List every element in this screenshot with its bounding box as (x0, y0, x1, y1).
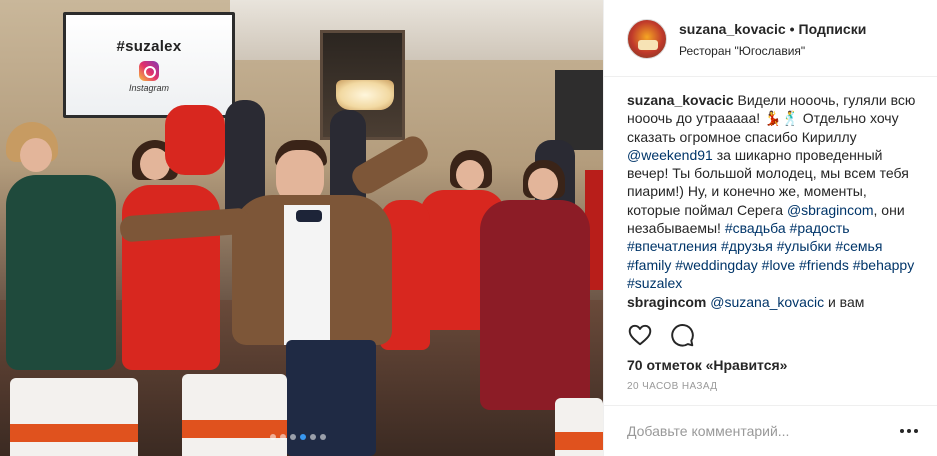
guest-face (456, 160, 484, 190)
hashtag-link[interactable]: #улыбки (777, 238, 832, 254)
carousel-dot[interactable] (280, 434, 286, 440)
header-separator: • (789, 21, 795, 37)
post-header: suzana_kovacic • Подписки Ресторан "Югосла… (604, 0, 937, 77)
location-link[interactable]: Ресторан "Югославия" (679, 44, 805, 58)
carousel-dot[interactable] (290, 434, 296, 440)
post-actions (627, 322, 695, 348)
guest-red-dress (165, 105, 225, 175)
hashtag-link[interactable]: #впечатления (627, 238, 717, 254)
comment-item: sbragincom @suzana_kovacic и вам (627, 294, 923, 310)
dancer-bowtie (296, 210, 322, 222)
likes-count[interactable]: 70 отметок «Нравится» (627, 357, 787, 373)
chair-cover (10, 378, 138, 456)
comment-text: и вам (827, 294, 865, 310)
projector-screen: #suzalex Instagram (63, 12, 235, 118)
comment-icon[interactable] (669, 322, 695, 348)
avatar[interactable] (627, 19, 667, 59)
carousel-dot[interactable] (310, 434, 316, 440)
carousel-dot[interactable] (300, 434, 306, 440)
more-options-icon[interactable] (898, 422, 920, 440)
post-photo[interactable]: #suzalex Instagram (0, 0, 603, 456)
photo-ceiling (230, 0, 603, 60)
carousel-indicator[interactable] (270, 434, 326, 440)
chair-sash (10, 424, 138, 442)
guest-green-dress (6, 175, 116, 370)
header-user-line: suzana_kovacic • Подписки (679, 21, 866, 37)
screen-brand: Instagram (128, 82, 170, 93)
chair-sash (555, 432, 603, 450)
screen-hashtag: #suzalex (116, 37, 182, 55)
hashtag-link[interactable]: #behappy (853, 257, 915, 273)
hashtag-link[interactable]: #suzalex (627, 275, 682, 291)
photo-corner (555, 70, 603, 150)
instagram-logo-icon (139, 60, 159, 81)
heart-icon[interactable] (627, 322, 653, 348)
header-username[interactable]: suzana_kovacic (679, 21, 786, 37)
comment-username[interactable]: sbragincom (627, 294, 706, 310)
caption-mention[interactable]: @sbragincom (787, 202, 874, 218)
carousel-dot[interactable] (320, 434, 326, 440)
caption-mention[interactable]: @weekend91 (627, 147, 713, 163)
hashtag-link[interactable]: #love (762, 257, 795, 273)
follow-button[interactable]: Подписки (799, 21, 867, 37)
post-caption: suzana_kovacic Видели нооочь, гуляли всю… (627, 91, 923, 292)
hashtag-link[interactable]: #friends (799, 257, 849, 273)
caption-emoji: 💃🕺 (764, 110, 799, 127)
chair-cover (182, 374, 287, 456)
add-comment-bar (604, 405, 937, 456)
hashtag-link[interactable]: #weddingday (675, 257, 758, 273)
hashtag-link[interactable]: #радость (790, 220, 850, 236)
hashtag-link[interactable]: #семья (835, 238, 882, 254)
guest-wine-dress (480, 200, 590, 410)
comment-input[interactable] (627, 420, 887, 442)
hashtag-link[interactable]: #свадьба (725, 220, 786, 236)
dancer-shirt (284, 205, 330, 345)
comment-mention[interactable]: @suzana_kovacic (710, 294, 824, 310)
guest-face (528, 168, 558, 200)
hashtag-link[interactable]: #друзья (721, 238, 773, 254)
caption-username[interactable]: suzana_kovacic (627, 92, 734, 108)
guest-face (20, 138, 52, 172)
post-sidebar: suzana_kovacic • Подписки Ресторан "Югосла… (603, 0, 937, 456)
hashtag-link[interactable]: #family (627, 257, 671, 273)
carousel-dot[interactable] (270, 434, 276, 440)
post-timestamp: 20 ЧАСОВ НАЗАД (627, 381, 718, 392)
photo-lamp (336, 80, 394, 110)
